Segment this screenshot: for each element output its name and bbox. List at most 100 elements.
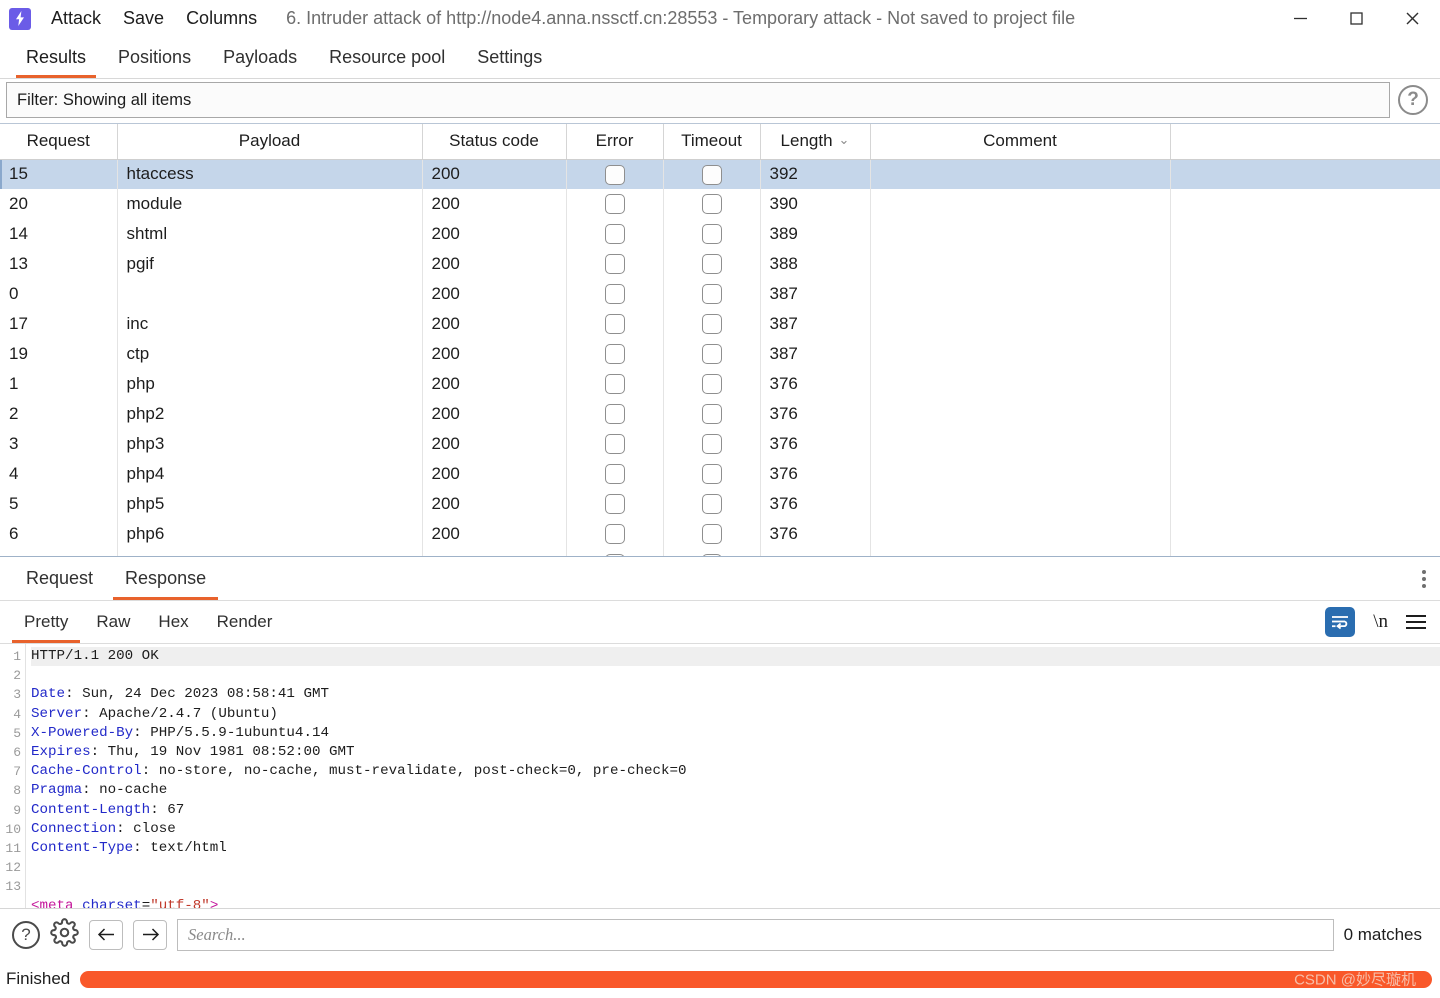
cell-comment[interactable] [870,249,1171,279]
timeout-checkbox[interactable] [701,194,722,215]
cell-comment[interactable] [870,279,1171,309]
cell-comment[interactable] [870,519,1171,549]
timeout-checkbox[interactable] [701,464,722,485]
response-viewer[interactable]: 1 2 3 4 5 6 7 8 9 10 11 12 13 HTTP/1.1 2… [0,644,1440,908]
newline-icon[interactable]: \n [1373,611,1388,633]
timeout-checkbox[interactable] [701,434,722,455]
tab-response[interactable]: Response [109,557,222,600]
table-row[interactable]: 17 inc 200 387 [0,309,1440,339]
error-checkbox[interactable] [604,284,625,305]
cell-comment[interactable] [870,309,1171,339]
hamburger-menu-icon[interactable] [1406,615,1426,629]
column-header-request[interactable]: Request [0,124,118,160]
arrow-right-icon[interactable] [133,919,167,950]
cell-error [566,189,664,219]
table-row[interactable]: 13 pgif 200 388 [0,249,1440,279]
tab-resource-pool[interactable]: Resource pool [313,37,461,78]
table-row[interactable]: 0 200 387 [0,279,1440,309]
timeout-checkbox[interactable] [701,344,722,365]
tab-raw[interactable]: Raw [82,601,144,643]
status-text: Finished [6,969,71,988]
error-checkbox[interactable] [604,344,625,365]
error-checkbox[interactable] [604,434,625,455]
table-row[interactable]: 1 php 200 376 [0,369,1440,399]
cell-comment[interactable] [870,339,1171,369]
menu-columns[interactable]: Columns [175,8,268,29]
table-row[interactable]: 19 ctp 200 387 [0,339,1440,369]
question-mark-icon[interactable]: ? [12,920,40,949]
cell-comment[interactable] [870,219,1171,249]
menu-attack[interactable]: Attack [40,8,112,29]
cell-timeout [663,489,761,519]
maximize-button[interactable] [1328,0,1384,37]
cell-error [566,249,664,279]
error-checkbox[interactable] [604,374,625,395]
table-row[interactable]: 14 shtml 200 389 [0,219,1440,249]
editor-tools: \n [1325,607,1426,637]
cell-length: 376 [760,369,871,399]
error-checkbox[interactable] [604,314,625,335]
table-row[interactable]: 2 php2 200 376 [0,399,1440,429]
cell-comment[interactable] [870,189,1171,219]
error-checkbox[interactable] [604,224,625,245]
vertical-dots-icon[interactable] [1422,557,1426,601]
cell-filler [1170,159,1440,189]
error-checkbox[interactable] [604,524,625,545]
error-checkbox[interactable] [604,254,625,275]
close-button[interactable] [1384,0,1440,37]
cell-comment[interactable] [870,489,1171,519]
table-row[interactable]: 4 php4 200 376 [0,459,1440,489]
tab-positions[interactable]: Positions [102,37,207,78]
tab-request[interactable]: Request [10,557,109,600]
timeout-checkbox[interactable] [701,404,722,425]
column-header-comment[interactable]: Comment [870,124,1171,160]
error-checkbox[interactable] [604,164,625,185]
table-row[interactable]: 3 php3 200 376 [0,429,1440,459]
table-row[interactable]: 5 php5 200 376 [0,489,1440,519]
cell-comment[interactable] [870,159,1171,189]
question-mark-icon[interactable]: ? [1398,85,1428,115]
error-checkbox[interactable] [604,404,625,425]
table-row[interactable]: 20 module 200 390 [0,189,1440,219]
timeout-checkbox[interactable] [701,524,722,545]
status-bar: Finished CSDN @妙尽璇机 [0,960,1440,998]
column-header-payload[interactable]: Payload [117,124,423,160]
tab-hex[interactable]: Hex [144,601,202,643]
timeout-checkbox[interactable] [701,284,722,305]
tab-results[interactable]: Results [10,37,102,78]
table-row-partial[interactable] [0,549,1440,556]
timeout-checkbox[interactable] [701,254,722,275]
tab-pretty[interactable]: Pretty [10,601,82,643]
tab-settings[interactable]: Settings [461,37,558,78]
filter-bar[interactable]: Filter: Showing all items [6,82,1390,118]
table-row[interactable]: 15 htaccess 200 392 [0,159,1440,189]
tab-render[interactable]: Render [203,601,287,643]
timeout-checkbox[interactable] [701,164,722,185]
timeout-checkbox[interactable] [701,224,722,245]
cell-timeout [663,519,761,549]
cell-comment[interactable] [870,399,1171,429]
table-row[interactable]: 6 php6 200 376 [0,519,1440,549]
word-wrap-icon[interactable] [1325,607,1356,637]
error-checkbox[interactable] [604,194,625,215]
column-header-status-code[interactable]: Status code [422,124,567,160]
search-input[interactable]: Search... [177,918,1334,951]
cell-comment[interactable] [870,549,1171,556]
gear-icon[interactable] [50,917,79,952]
column-header-length[interactable]: Length ⌄ [760,124,871,160]
tab-payloads[interactable]: Payloads [207,37,313,78]
cell-comment[interactable] [870,429,1171,459]
error-checkbox[interactable] [604,494,625,515]
cell-comment[interactable] [870,369,1171,399]
timeout-checkbox[interactable] [701,314,722,335]
timeout-checkbox[interactable] [701,494,722,515]
menu-save[interactable]: Save [112,8,175,29]
minimize-button[interactable] [1272,0,1328,37]
column-header-error[interactable]: Error [566,124,664,160]
column-header-timeout[interactable]: Timeout [663,124,761,160]
cell-filler [1170,279,1440,309]
cell-comment[interactable] [870,459,1171,489]
arrow-left-icon[interactable] [89,919,123,950]
timeout-checkbox[interactable] [701,374,722,395]
error-checkbox[interactable] [604,464,625,485]
